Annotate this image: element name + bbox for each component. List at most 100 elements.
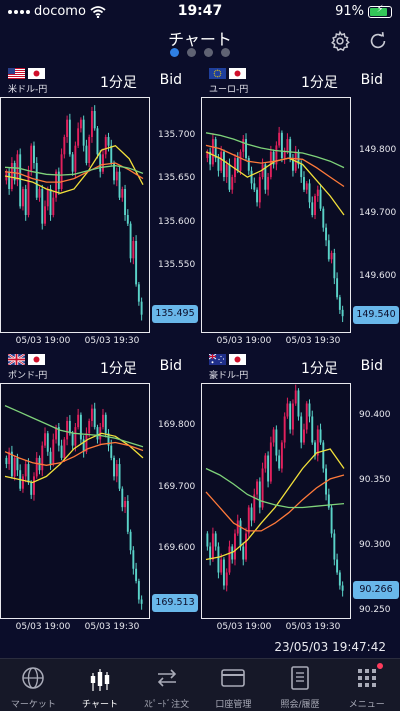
candle-body [126,501,129,532]
price-tick-label: 135.650 [158,173,196,184]
candle-body [140,301,143,315]
candle-body [82,119,85,146]
candle-body [225,164,228,178]
price-tick-label: 135.600 [158,216,196,227]
price-type-selector[interactable]: Bid [160,72,182,88]
gear-icon[interactable] [329,30,351,52]
candle-body [220,151,223,171]
candle-body [96,128,99,155]
candle-body [267,177,270,190]
candle-body [79,414,82,440]
candle-body [60,154,63,189]
panel-header[interactable]: 豪ドル-円 1分足 Bid [201,350,399,382]
page-dot[interactable] [187,48,196,57]
candle-body [338,297,341,310]
candle-body [77,128,80,146]
page-dot[interactable] [170,48,179,57]
candle-body [79,119,82,129]
candle-body [88,137,91,163]
candle-body [44,433,46,446]
candle-body [5,457,8,465]
currency-flags [8,354,45,365]
au-flag-icon [209,354,226,365]
candle-body [104,414,107,434]
candle-body [99,154,102,172]
chart-panel[interactable]: 豪ドル-円 1分足 Bid 90.400 90.350 90.300 90.250 90.26… [201,350,399,636]
time-axis: 05/03 19:00 05/03 19:30 [201,334,351,350]
timeframe-selector[interactable]: 1分足 [100,72,137,92]
tab-card[interactable]: 口座管理 [200,659,267,711]
time-axis: 05/03 19:00 05/03 19:30 [0,334,150,350]
candle-body [264,455,267,469]
candle-body [217,546,220,573]
panel-header[interactable]: 米ドル-円 1分足 Bid [0,64,198,96]
timeframe-selector[interactable]: 1分足 [301,358,338,378]
candlestick-chart[interactable] [201,383,351,619]
timeframe-selector[interactable]: 1分足 [301,72,338,92]
candle-body [118,464,121,489]
candle-body [126,215,129,224]
panel-header[interactable]: ユーロ-円 1分足 Bid [201,64,399,96]
panel-header[interactable]: ポンド-円 1分足 Bid [0,350,198,382]
candle-body [231,177,234,190]
price-tick-label: 149.800 [359,144,397,155]
candle-body [278,132,281,146]
candle-body [132,550,135,569]
candle-body [118,171,121,198]
candle-body [206,533,209,547]
tab-globe[interactable]: マーケット [0,659,67,711]
tab-exchange-arrows[interactable]: ｽﾋﾟｰﾄﾞ注文 [133,659,200,711]
price-type-selector[interactable]: Bid [361,358,383,374]
chart-panel[interactable]: 米ドル-円 1分足 Bid 135.700 135.650 135.600 135.550 1… [0,64,198,350]
time-tick-label: 05/03 19:00 [15,336,71,346]
moving-average-line [4,405,144,448]
tab-label: 照会/履歴 [280,700,320,710]
tab-candlestick[interactable]: チャート [67,659,134,711]
tab-menu-grid[interactable]: メニュー [333,659,400,711]
candle-body [247,158,250,171]
candlestick-chart[interactable] [0,97,150,333]
candle-body [256,481,259,495]
candle-body [88,420,91,434]
candle-body [8,171,11,189]
time-axis: 05/03 19:00 05/03 19:30 [201,620,351,636]
status-bar: docomo 19:47 91% ⚡ [0,0,400,24]
candle-body [330,507,333,534]
candle-body [294,390,297,404]
page-dot[interactable] [221,48,230,57]
tab-document[interactable]: 照会/履歴 [267,659,334,711]
candle-body [319,189,322,209]
page-dot[interactable] [204,48,213,57]
candle-body [129,531,132,551]
candle-body [16,154,19,181]
candle-body [289,403,292,430]
chart-panel[interactable]: ポンド-円 1分足 Bid 169.800 169.700 169.600 169.513 0… [0,350,198,636]
candlestick-chart[interactable] [0,383,150,619]
candle-body [68,119,71,155]
candle-body [135,568,138,582]
time-axis: 05/03 19:00 05/03 19:30 [0,620,150,636]
timeframe-selector[interactable]: 1分足 [100,358,137,378]
price-type-selector[interactable]: Bid [160,358,182,374]
price-type-selector[interactable]: Bid [361,72,383,88]
candle-body [27,464,30,483]
currency-pair-label: 米ドル-円 [8,85,48,95]
refresh-icon[interactable] [367,30,389,52]
candle-body [272,429,275,443]
exchange-arrows-icon [157,669,176,687]
candle-body [46,189,49,207]
candle-body [220,559,223,573]
candle-body [247,507,250,534]
candlestick-chart[interactable] [201,97,351,333]
candle-body [322,442,325,469]
candle-body [308,183,311,203]
candle-body [137,581,140,600]
candle-body [121,488,124,508]
current-price-badge: 149.540 [353,306,399,325]
chart-panel[interactable]: ユーロ-円 1分足 Bid 149.800 149.700 149.600 149.540 0… [201,64,399,350]
candle-body [35,457,38,477]
candle-body [124,189,127,215]
candle-body [286,139,289,152]
candle-body [121,189,124,198]
candle-body [66,420,69,440]
